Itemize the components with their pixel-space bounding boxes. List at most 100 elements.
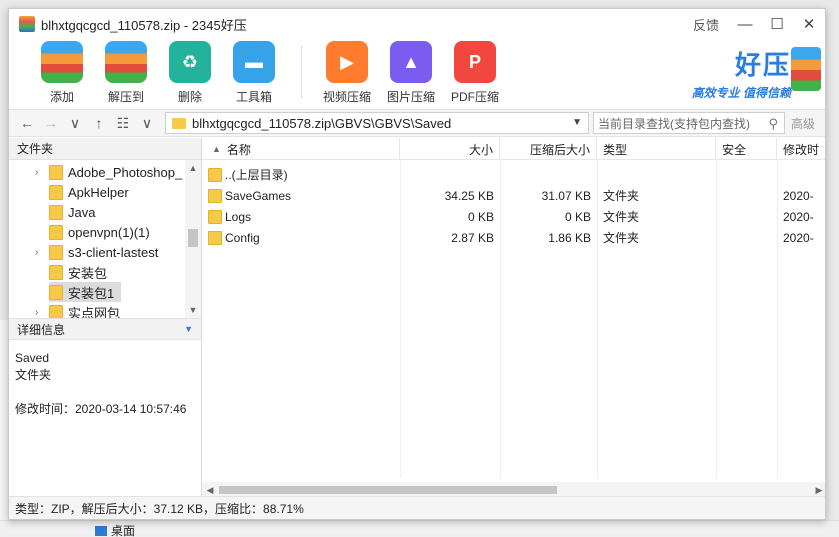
add-button[interactable]: 添加 [31, 39, 93, 105]
row-type: 文件夹 [603, 210, 640, 224]
folder-icon [49, 184, 63, 200]
folder-icon [208, 209, 222, 224]
tree-item-label: Java [68, 204, 96, 220]
column-modified[interactable]: 修改时 [777, 138, 825, 160]
tree-item-install-pack[interactable]: 安装包 [9, 262, 201, 282]
column-security[interactable]: 安全 [716, 138, 777, 160]
row-modified: 2020- [783, 188, 814, 203]
feedback-link[interactable]: 反馈 [693, 15, 719, 34]
desktop-icon [95, 525, 107, 536]
title-bar: blhxtgqcgcd_110578.zip - 2345好压 反馈 — ☐ ✕ [9, 9, 825, 39]
file-list: ▲ 名称 大小 压缩后大小 类型 安全 修改时 ..(上层目录) SaveGam… [202, 138, 825, 498]
tree-item-label: Adobe_Photoshop_ [68, 164, 183, 180]
column-headers: ▲ 名称 大小 压缩后大小 类型 安全 修改时 [202, 138, 825, 160]
table-row[interactable]: Logs 0 KB 0 KB 文件夹 2020- [202, 206, 825, 227]
window-title: blhxtgqcgcd_110578.zip - 2345好压 [41, 17, 247, 33]
pdf-compress-button[interactable]: P PDF压缩 [444, 39, 506, 105]
forward-arrow-icon[interactable]: → [39, 111, 63, 135]
row-compressed: 0 KB [564, 209, 591, 224]
expand-arrow-icon[interactable]: › [35, 247, 38, 258]
table-row[interactable]: ..(上层目录) [202, 164, 825, 185]
row-name: SaveGames [225, 188, 292, 203]
close-button[interactable]: ✕ [793, 9, 825, 39]
view-mode-dropdown-icon[interactable]: ∨ [135, 111, 159, 135]
view-mode-icon[interactable]: ☷ [111, 111, 135, 135]
back-arrow-icon[interactable]: ← [15, 111, 39, 135]
extract-to-button[interactable]: 解压到 [95, 39, 157, 105]
column-name-label: 名称 [226, 142, 251, 157]
row-modified: 2020- [783, 209, 814, 224]
delete-label: 删除 [177, 90, 202, 104]
column-compressed-size[interactable]: 压缩后大小 [500, 138, 597, 160]
toolbox-button[interactable]: ▬ 工具箱 [223, 39, 285, 105]
scroll-thumb[interactable] [219, 486, 557, 494]
scroll-thumb[interactable] [188, 229, 198, 247]
brand-name: 好压 [734, 50, 791, 80]
row-size: 2.87 KB [451, 230, 494, 245]
folder-icon [208, 188, 222, 203]
folder-icon [208, 230, 222, 245]
path-field[interactable]: blhxtgqcgcd_110578.zip\GBVS\GBVS\Saved ▼ [165, 112, 589, 134]
video-compress-icon: ▶ [326, 41, 368, 83]
tree-item-install-pack-1[interactable]: 安装包1 [49, 282, 121, 302]
row-name: Logs [225, 209, 252, 224]
brand-slogan: 高效专业 值得信赖 [691, 86, 791, 100]
tree-item-label: s3-client-lastest [68, 244, 159, 260]
column-type[interactable]: 类型 [597, 138, 716, 160]
maximize-button[interactable]: ☐ [761, 9, 793, 39]
tree-scrollbar[interactable]: ▲ ▼ [185, 160, 201, 318]
toolbar: 添加 解压到 ♻ 删除 ▬ 工具箱 ▶ 视频压缩 ▲ 图片压缩 P PDF压缩 … [9, 39, 825, 109]
collapse-icon[interactable]: ▼ [184, 324, 193, 334]
history-dropdown-icon[interactable]: ∨ [63, 111, 87, 135]
details-header[interactable]: 详细信息 ▼ [9, 318, 201, 340]
expand-arrow-icon[interactable]: › [35, 167, 38, 178]
column-size[interactable]: 大小 [400, 138, 500, 160]
delete-button[interactable]: ♻ 删除 [159, 39, 221, 105]
advanced-search-button[interactable]: 高级 [791, 115, 815, 132]
toolbox-icon: ▬ [233, 41, 275, 83]
title-actions: 反馈 — ☐ ✕ [693, 9, 825, 39]
tree-item-s3-client[interactable]: › s3-client-lastest [9, 242, 201, 262]
tree-item-partial[interactable]: › 实点网包 [9, 302, 201, 318]
scroll-down-icon[interactable]: ▼ [185, 302, 201, 318]
up-level-icon[interactable]: ↑ [87, 111, 111, 135]
scroll-up-icon[interactable]: ▲ [185, 160, 201, 176]
row-type: 文件夹 [603, 189, 640, 203]
tree-item-adobe-photoshop[interactable]: › Adobe_Photoshop_ [9, 162, 201, 182]
details-type: 文件夹 [15, 368, 52, 382]
haozip-window: blhxtgqcgcd_110578.zip - 2345好压 反馈 — ☐ ✕… [8, 8, 826, 520]
column-name[interactable]: ▲ 名称 [202, 138, 400, 160]
row-compressed: 31.07 KB [541, 188, 591, 203]
add-label: 添加 [49, 90, 74, 104]
search-input[interactable]: 当前目录查找(支持包内查找) ⚲ [593, 112, 785, 134]
folder-icon [49, 164, 63, 180]
tree-item-apkhelper[interactable]: ApkHelper [9, 182, 201, 202]
video-compress-button[interactable]: ▶ 视频压缩 [316, 39, 378, 105]
recycle-delete-icon: ♻ [169, 41, 211, 83]
expand-arrow-icon[interactable]: › [35, 307, 38, 318]
haozip-logo-icon [791, 47, 821, 91]
search-icon[interactable]: ⚲ [768, 116, 778, 132]
minimize-button[interactable]: — [729, 9, 761, 39]
row-modified [777, 164, 825, 185]
tree-item-java[interactable]: Java [9, 202, 201, 222]
folder-icon [49, 284, 63, 300]
image-compress-button[interactable]: ▲ 图片压缩 [380, 39, 442, 105]
row-size: 34.25 KB [444, 188, 494, 203]
row-type: 文件夹 [603, 231, 640, 245]
path-text: blhxtgqcgcd_110578.zip\GBVS\GBVS\Saved [192, 115, 452, 131]
desktop-shortcut[interactable]: 桌面 [95, 522, 135, 537]
desktop-label: 桌面 [111, 524, 136, 537]
tree-item-openvpn[interactable]: openvpn(1)(1) [9, 222, 201, 242]
row-modified: 2020- [783, 230, 814, 245]
table-row[interactable]: Config 2.87 KB 1.86 KB 文件夹 2020- [202, 227, 825, 248]
video-compress-label: 视频压缩 [322, 90, 371, 104]
path-dropdown-icon[interactable]: ▼ [572, 117, 582, 128]
row-compressed [500, 164, 597, 185]
brand-logo: 好压 高效专业 值得信赖 [691, 45, 821, 101]
extract-label: 解压到 [107, 90, 144, 104]
details-modified: 修改时间：2020-03-14 10:57:46 [15, 402, 187, 416]
sort-arrow-icon: ▲ [212, 144, 221, 154]
folder-icon [49, 244, 63, 260]
table-row[interactable]: SaveGames 34.25 KB 31.07 KB 文件夹 2020- [202, 185, 825, 206]
